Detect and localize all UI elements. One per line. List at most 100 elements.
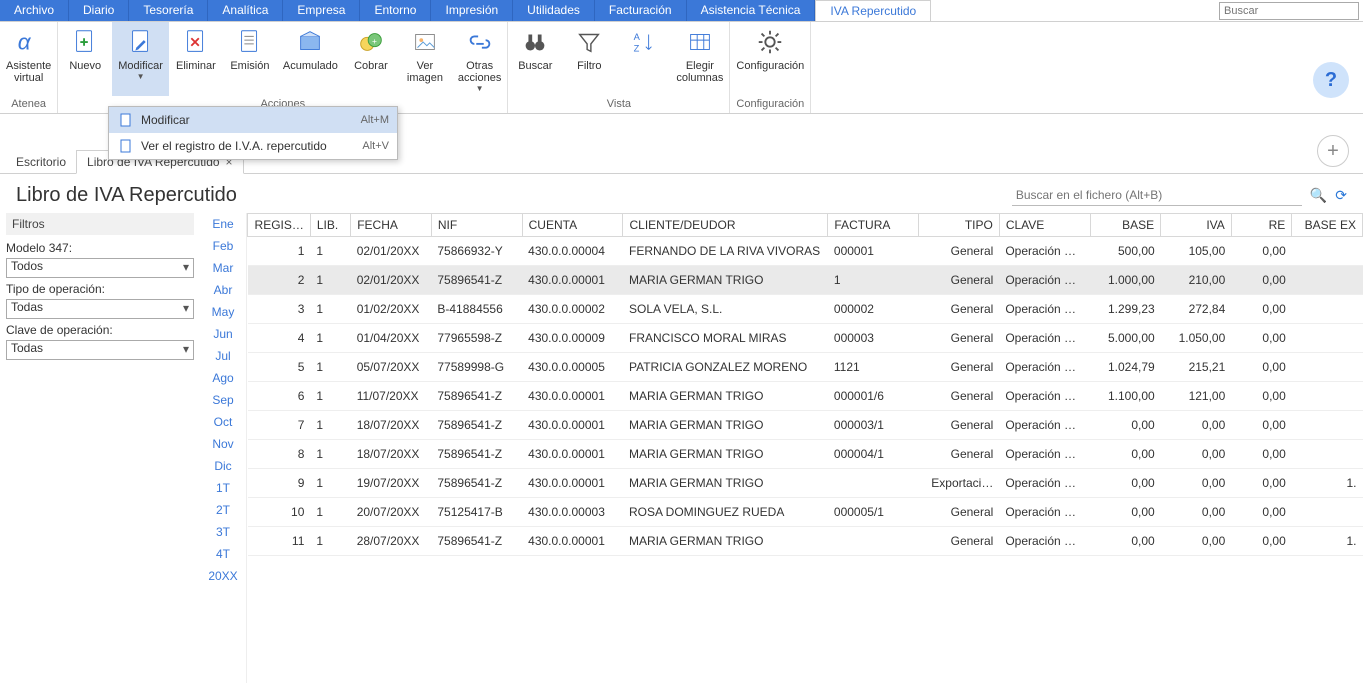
month-ago[interactable]: Ago [200, 367, 246, 389]
table-row[interactable]: 11128/07/20XX75896541-Z430.0.0.00001MARI… [248, 527, 1363, 556]
ribbon-btn-eliminar[interactable]: Eliminar [169, 22, 223, 96]
ribbon-group-atenea: αAsistentevirtualAtenea [0, 22, 58, 113]
dropdown-item[interactable]: ModificarAlt+M [109, 107, 397, 133]
tipo-select[interactable]: Todas [6, 299, 194, 319]
doc-lines-icon [234, 26, 266, 58]
month-mar[interactable]: Mar [200, 257, 246, 279]
month-ene[interactable]: Ene [200, 213, 246, 235]
col-header[interactable]: CLAVE [999, 214, 1090, 237]
col-header[interactable]: LIB. [310, 214, 350, 237]
month-3t[interactable]: 3T [200, 521, 246, 543]
table-row[interactable]: 5105/07/20XX77589998-G430.0.0.00005PATRI… [248, 353, 1363, 382]
data-grid[interactable]: REGIS…LIB.FECHANIFCUENTACLIENTE/DEUDORFA… [247, 213, 1363, 667]
month-20xx[interactable]: 20XX [200, 565, 246, 587]
cell: 0,00 [1161, 469, 1232, 498]
menu-item-tesorería[interactable]: Tesorería [129, 0, 208, 21]
ribbon-group-acciones: NuevoModificar▼EliminarEmisiónAcumulado+… [58, 22, 508, 113]
ribbon-btn-emisión[interactable]: Emisión [223, 22, 277, 96]
table-row[interactable]: 8118/07/20XX75896541-Z430.0.0.00001MARIA… [248, 440, 1363, 469]
ribbon-btn-modificar[interactable]: Modificar▼ [112, 22, 169, 96]
menu-item-iva-repercutido[interactable]: IVA Repercutido [815, 0, 931, 21]
menu-item-utilidades[interactable]: Utilidades [513, 0, 595, 21]
col-header[interactable]: TIPO [919, 214, 1000, 237]
col-header[interactable]: BASE EX [1292, 214, 1363, 237]
table-row[interactable]: 7118/07/20XX75896541-Z430.0.0.00001MARIA… [248, 411, 1363, 440]
month-jul[interactable]: Jul [200, 345, 246, 367]
col-header[interactable]: CLIENTE/DEUDOR [623, 214, 828, 237]
menu-item-entorno[interactable]: Entorno [360, 0, 431, 21]
month-may[interactable]: May [200, 301, 246, 323]
ribbon-btn-elegir[interactable]: Elegircolumnas [670, 22, 729, 96]
ribbon-btn-configuración[interactable]: Configuración [730, 22, 810, 96]
month-4t[interactable]: 4T [200, 543, 246, 565]
menu-item-diario[interactable]: Diario [69, 0, 129, 21]
doc-edit-icon [125, 26, 157, 58]
cell: Operación … [999, 295, 1090, 324]
table-row[interactable]: 3101/02/20XXB-41884556430.0.0.00002SOLA … [248, 295, 1363, 324]
cell: 0,00 [1231, 527, 1292, 556]
cell: 430.0.0.00003 [522, 498, 623, 527]
modelo-select[interactable]: Todos [6, 258, 194, 278]
month-jun[interactable]: Jun [200, 323, 246, 345]
col-header[interactable]: RE [1231, 214, 1292, 237]
cell: Operación … [999, 411, 1090, 440]
ribbon-btn-label: Otrasacciones [458, 60, 501, 84]
table-row[interactable]: 4101/04/20XX77965598-Z430.0.0.00009FRANC… [248, 324, 1363, 353]
month-feb[interactable]: Feb [200, 235, 246, 257]
add-tab-button[interactable]: + [1317, 135, 1349, 167]
col-header[interactable]: REGIS… [248, 214, 311, 237]
cell: 11/07/20XX [351, 382, 432, 411]
ribbon-btn-asistente[interactable]: αAsistentevirtual [0, 22, 57, 96]
table-row[interactable]: 9119/07/20XX75896541-Z430.0.0.00001MARIA… [248, 469, 1363, 498]
refresh-icon[interactable]: ⟳ [1335, 187, 1347, 204]
col-header[interactable]: NIF [431, 214, 522, 237]
table-row[interactable]: 1102/01/20XX75866932-Y430.0.0.00004FERNA… [248, 237, 1363, 266]
month-sep[interactable]: Sep [200, 389, 246, 411]
ribbon-btn-otras[interactable]: Otrasacciones▼ [452, 22, 507, 96]
col-header[interactable]: FECHA [351, 214, 432, 237]
ribbon-btn-buscar[interactable]: Buscar [508, 22, 562, 96]
ribbon-btn-acumulado[interactable]: Acumulado [277, 22, 344, 96]
dropdown-item-shortcut: Alt+V [362, 140, 389, 152]
cell: 272,84 [1161, 295, 1232, 324]
month-2t[interactable]: 2T [200, 499, 246, 521]
menu-item-facturación[interactable]: Facturación [595, 0, 687, 21]
global-search-input[interactable] [1219, 2, 1359, 20]
menu-item-impresión[interactable]: Impresión [431, 0, 513, 21]
menu-item-analítica[interactable]: Analítica [208, 0, 283, 21]
ribbon-btn-ver[interactable]: Verimagen [398, 22, 452, 96]
ribbon-btn-nuevo[interactable]: Nuevo [58, 22, 112, 96]
ribbon-btn-filtro[interactable]: Filtro [562, 22, 616, 96]
month-nov[interactable]: Nov [200, 433, 246, 455]
menu-item-archivo[interactable]: Archivo [0, 0, 69, 21]
cell: 7 [248, 411, 311, 440]
cell: 0,00 [1161, 411, 1232, 440]
month-dic[interactable]: Dic [200, 455, 246, 477]
clave-select[interactable]: Todas [6, 340, 194, 360]
help-button[interactable]: ? [1313, 62, 1349, 98]
svg-text:Z: Z [634, 43, 640, 53]
col-header[interactable]: FACTURA [828, 214, 919, 237]
cell: 01/04/20XX [351, 324, 432, 353]
menu-item-asistencia-técnica[interactable]: Asistencia Técnica [687, 0, 816, 21]
col-header[interactable]: CUENTA [522, 214, 623, 237]
month-1t[interactable]: 1T [200, 477, 246, 499]
table-row[interactable]: 2102/01/20XX75896541-Z430.0.0.00001MARIA… [248, 266, 1363, 295]
horizontal-scrollbar[interactable] [247, 667, 1363, 683]
table-row[interactable]: 10120/07/20XX75125417-B430.0.0.00003ROSA… [248, 498, 1363, 527]
tab-escritorio[interactable]: Escritorio [6, 151, 76, 173]
cell: MARIA GERMAN TRIGO [623, 382, 828, 411]
cell: FRANCISCO MORAL MIRAS [623, 324, 828, 353]
month-oct[interactable]: Oct [200, 411, 246, 433]
search-icon[interactable]: 🔍 [1310, 187, 1327, 204]
file-search-input[interactable] [1012, 185, 1302, 206]
ribbon-btn-sort[interactable]: AZ [616, 22, 670, 96]
menu-item-empresa[interactable]: Empresa [283, 0, 360, 21]
col-header[interactable]: IVA [1161, 214, 1232, 237]
col-header[interactable]: BASE [1090, 214, 1161, 237]
dropdown-item[interactable]: Ver el registro de I.V.A. repercutidoAlt… [109, 133, 397, 159]
cell: 000005/1 [828, 498, 919, 527]
table-row[interactable]: 6111/07/20XX75896541-Z430.0.0.00001MARIA… [248, 382, 1363, 411]
ribbon-btn-cobrar[interactable]: +Cobrar [344, 22, 398, 96]
month-abr[interactable]: Abr [200, 279, 246, 301]
